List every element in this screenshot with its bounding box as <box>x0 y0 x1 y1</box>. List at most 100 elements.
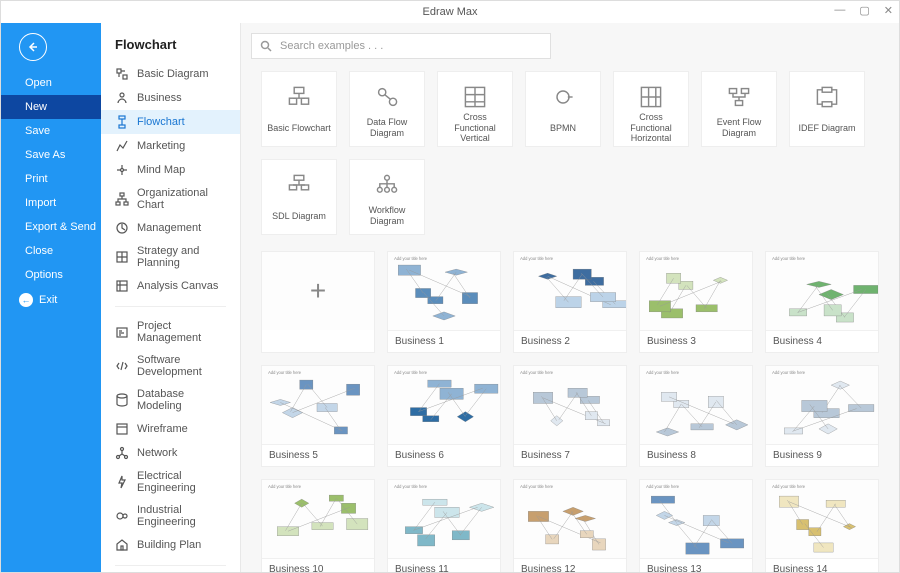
back-button[interactable] <box>19 33 47 61</box>
divider <box>115 306 226 307</box>
template-label: Business 7 <box>514 444 626 466</box>
type-label: SDL Diagram <box>272 206 326 226</box>
diagram-type-icon <box>457 82 493 112</box>
close-button[interactable]: ✕ <box>884 4 893 17</box>
category-item-strategy-and-planning[interactable]: Strategy and Planning <box>101 240 240 274</box>
template-thumbnail: Add your title here <box>262 366 374 444</box>
template-business-2[interactable]: Add your title hereBusiness 2 <box>513 251 627 353</box>
software-icon <box>115 359 129 373</box>
category-item-database-modeling[interactable]: Database Modeling <box>101 383 240 417</box>
template-blank[interactable]: + <box>261 251 375 353</box>
type-card-sdl-diagram[interactable]: SDL Diagram <box>261 159 337 235</box>
category-column: Flowchart Basic DiagramBusinessFlowchart… <box>101 23 241 572</box>
category-item-marketing[interactable]: Marketing <box>101 134 240 158</box>
sidebar-item-new[interactable]: New <box>1 95 101 119</box>
category-item-label: Business <box>137 92 182 104</box>
business-icon <box>115 91 129 105</box>
category-item-industrial-engineering[interactable]: Industrial Engineering <box>101 499 240 533</box>
sidebar-item-open[interactable]: Open <box>1 71 101 95</box>
svg-text:Add your title here: Add your title here <box>394 256 428 261</box>
category-item-electrical-engineering[interactable]: Electrical Engineering <box>101 465 240 499</box>
sidebar-item-import[interactable]: Import <box>1 191 101 215</box>
category-item-building-plan[interactable]: Building Plan <box>101 533 240 557</box>
sidebar-item-options[interactable]: Options <box>1 263 101 287</box>
minimize-button[interactable]: — <box>834 4 845 17</box>
type-card-cross-functional-vertical[interactable]: Cross Functional Vertical <box>437 71 513 147</box>
category-item-label: Flowchart <box>137 116 185 128</box>
building-icon <box>115 538 129 552</box>
sidebar-item-print[interactable]: Print <box>1 167 101 191</box>
category-item-label: Marketing <box>137 140 185 152</box>
type-label: IDEF Diagram <box>798 118 855 138</box>
project-icon <box>115 325 129 339</box>
category-item-software-development[interactable]: Software Development <box>101 349 240 383</box>
diagram-type-icon <box>369 170 405 200</box>
diagram-type-icon <box>633 82 669 112</box>
marketing-icon <box>115 139 129 153</box>
sidebar-item-save-as[interactable]: Save As <box>1 143 101 167</box>
sidebar-item-close[interactable]: Close <box>1 239 101 263</box>
template-label: Business 4 <box>766 330 878 352</box>
electrical-icon <box>115 475 129 489</box>
category-item-label: Mind Map <box>137 164 185 176</box>
search-input[interactable]: Search examples . . . <box>251 33 551 59</box>
template-business-13[interactable]: Add your title hereBusiness 13 <box>639 479 753 572</box>
type-card-workflow-diagram[interactable]: Workflow Diagram <box>349 159 425 235</box>
template-business-3[interactable]: Add your title hereBusiness 3 <box>639 251 753 353</box>
template-label: Business 9 <box>766 444 878 466</box>
category-item-project-management[interactable]: Project Management <box>101 315 240 349</box>
template-business-4[interactable]: Add your title here Business 4 <box>765 251 879 353</box>
category-item-flowchart[interactable]: Flowchart <box>101 110 240 134</box>
type-label: BPMN <box>550 118 576 138</box>
category-item-basic-diagram[interactable]: Basic Diagram <box>101 62 240 86</box>
type-card-data-flow-diagram[interactable]: Data Flow Diagram <box>349 71 425 147</box>
template-business-11[interactable]: Add your title hereBusiness 11 <box>387 479 501 572</box>
template-business-9[interactable]: Add your title here Business 9 <box>765 365 879 467</box>
category-item-label: Network <box>137 447 177 459</box>
template-thumbnail: Add your title here <box>514 252 626 330</box>
sidebar-item-exit[interactable]: ← Exit <box>1 287 101 313</box>
type-card-cross-functional-horizontal[interactable]: Cross Functional Horizontal <box>613 71 689 147</box>
diagram-type-icon <box>281 170 317 200</box>
category-item-management[interactable]: Management <box>101 216 240 240</box>
category-item-organizational-chart[interactable]: Organizational Chart <box>101 182 240 216</box>
category-item-wireframe[interactable]: Wireframe <box>101 417 240 441</box>
svg-text:Add your title here: Add your title here <box>520 484 554 489</box>
template-label: Business 3 <box>640 330 752 352</box>
template-business-7[interactable]: Add your title hereBusiness 7 <box>513 365 627 467</box>
category-item-label: Building Plan <box>137 539 201 551</box>
template-business-6[interactable]: Add your title hereBusiness 6 <box>387 365 501 467</box>
type-card-bpmn[interactable]: BPMN <box>525 71 601 147</box>
template-thumbnail: Add your title here <box>388 252 500 330</box>
template-business-8[interactable]: Add your title hereBusiness 8 <box>639 365 753 467</box>
svg-text:Add your title here: Add your title here <box>772 256 806 261</box>
template-label: Business 2 <box>514 330 626 352</box>
template-business-10[interactable]: Add your title hereBusiness 10 <box>261 479 375 572</box>
template-label: Business 14 <box>766 558 878 572</box>
svg-text:Add your title here: Add your title here <box>394 484 428 489</box>
category-item-label: Project Management <box>137 320 230 344</box>
template-business-12[interactable]: Add your title hereBusiness 12 <box>513 479 627 572</box>
diagram-type-icon <box>545 82 581 112</box>
category-item-label: Analysis Canvas <box>137 280 218 292</box>
type-card-idef-diagram[interactable]: IDEF Diagram <box>789 71 865 147</box>
category-item-label: Basic Diagram <box>137 68 209 80</box>
template-thumbnail: Add your title here <box>388 366 500 444</box>
sidebar-item-save[interactable]: Save <box>1 119 101 143</box>
category-item-network[interactable]: Network <box>101 441 240 465</box>
svg-text:Add your title here: Add your title here <box>772 370 806 375</box>
sidebar-item-export-send[interactable]: Export & Send <box>1 215 101 239</box>
category-item-business[interactable]: Business <box>101 86 240 110</box>
category-item-label: Industrial Engineering <box>137 504 230 528</box>
maximize-button[interactable]: ▢ <box>859 4 869 17</box>
analysis-icon <box>115 279 129 293</box>
template-business-5[interactable]: Add your title hereBusiness 5 <box>261 365 375 467</box>
category-item-analysis-canvas[interactable]: Analysis Canvas <box>101 274 240 298</box>
template-business-1[interactable]: Add your title hereBusiness 1 <box>387 251 501 353</box>
type-card-event-flow-diagram[interactable]: Event Flow Diagram <box>701 71 777 147</box>
category-item-mind-map[interactable]: Mind Map <box>101 158 240 182</box>
template-business-14[interactable]: Add your title hereBusiness 14 <box>765 479 879 572</box>
diagram-type-icon <box>809 82 845 112</box>
database-icon <box>115 393 129 407</box>
type-card-basic-flowchart[interactable]: Basic Flowchart <box>261 71 337 147</box>
